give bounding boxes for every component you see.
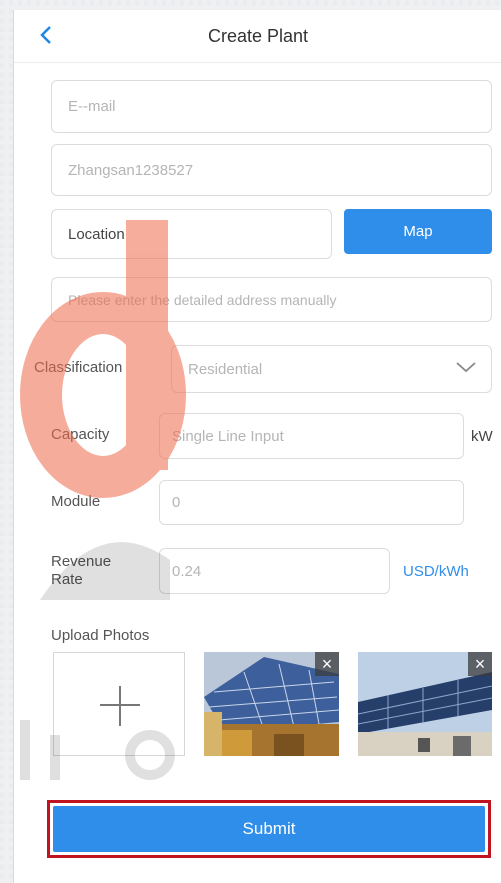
module-label: Module bbox=[51, 493, 101, 510]
capacity-input[interactable]: Single Line Input bbox=[159, 413, 464, 459]
submit-highlight: Submit bbox=[47, 800, 491, 858]
location-label: Location bbox=[68, 225, 125, 243]
capacity-unit: kW bbox=[471, 428, 493, 445]
capacity-label: Capacity bbox=[51, 426, 110, 443]
add-photo-button[interactable] bbox=[53, 652, 185, 756]
upload-photos-label: Upload Photos bbox=[51, 627, 150, 644]
header-bar: Create Plant bbox=[14, 10, 501, 63]
app-screen: Create Plant E--mail Zhangsan1238527 Loc… bbox=[13, 10, 501, 883]
revenue-rate-input[interactable]: 0.24 bbox=[159, 548, 390, 594]
revenue-rate-unit: USD/kWh bbox=[403, 563, 469, 580]
photo-thumbnail-1[interactable]: × bbox=[204, 652, 339, 756]
photo-thumbnail-2[interactable]: × bbox=[358, 652, 492, 756]
location-input[interactable]: Location bbox=[51, 209, 332, 259]
page-title: Create Plant bbox=[207, 26, 309, 46]
address-input[interactable]: Please enter the detailed address manual… bbox=[51, 277, 492, 322]
submit-button[interactable]: Submit bbox=[53, 806, 485, 852]
chevron-down-icon bbox=[456, 362, 476, 373]
classification-select[interactable]: Residential bbox=[171, 345, 492, 393]
remove-photo-2-icon[interactable]: × bbox=[468, 652, 492, 676]
module-input[interactable]: 0 bbox=[159, 480, 464, 525]
map-button[interactable]: Map bbox=[344, 209, 492, 254]
username-input[interactable]: Zhangsan1238527 bbox=[51, 144, 492, 196]
remove-photo-1-icon[interactable]: × bbox=[315, 652, 339, 676]
email-input[interactable]: E--mail bbox=[51, 80, 492, 133]
revenue-rate-label: Revenue Rate bbox=[51, 553, 112, 588]
classification-value: Residential bbox=[188, 360, 263, 378]
background: Create Plant E--mail Zhangsan1238527 Loc… bbox=[0, 0, 501, 883]
classification-label: Classification bbox=[34, 359, 123, 376]
